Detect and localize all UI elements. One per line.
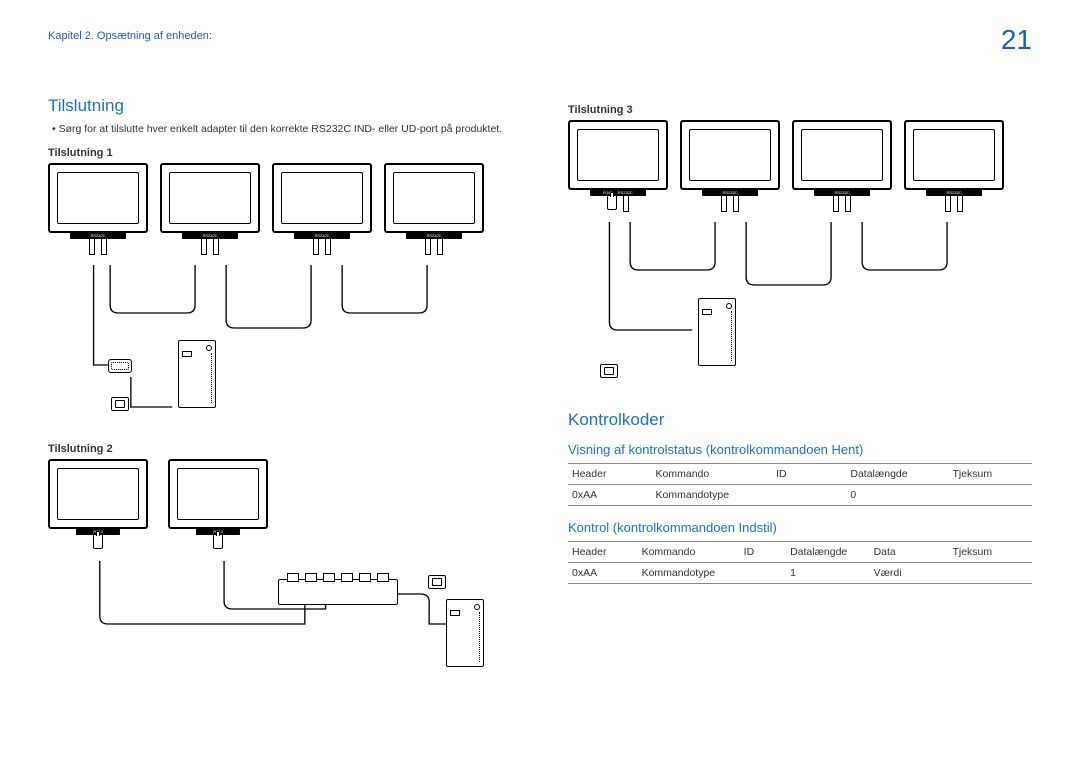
pc-icon (178, 340, 216, 408)
heading-tilslutning-1: Tilslutning 1 (48, 147, 512, 159)
monitor-icon (48, 459, 148, 529)
monitor-icon (792, 120, 892, 190)
monitor-icon (160, 163, 260, 233)
monitor-icon (904, 120, 1004, 190)
diagram-tilslutning-3: RJ45 RS232C RS232C RS232C RS232C (568, 120, 1032, 392)
heading-tilslutning-2: Tilslutning 2 (48, 443, 512, 455)
heading-tilslutning-3: Tilslutning 3 (568, 104, 1032, 116)
monitor-icon (272, 163, 372, 233)
network-switch-icon (278, 579, 398, 605)
page-number: 21 (1001, 24, 1032, 56)
pc-icon (446, 599, 484, 667)
monitor-icon (48, 163, 148, 233)
heading-indstil: Kontrol (kontrolkommandoen Indstil) (568, 520, 1032, 535)
lan-connector-icon (428, 575, 446, 589)
heading-kontrolkoder: Kontrolkoder (568, 410, 1032, 430)
monitor-icon (384, 163, 484, 233)
heading-tilslutning: Tilslutning (48, 96, 512, 116)
heading-hent: Visning af kontrolstatus (kontrolkommand… (568, 442, 1032, 457)
diagram-tilslutning-1: RS232C RS232C RS232C RS232C (48, 163, 512, 425)
table-hent: Header Kommando ID Datalængde Tjeksum 0x… (568, 463, 1032, 506)
vga-connector-icon (108, 359, 132, 373)
lan-connector-icon (600, 364, 618, 378)
pc-icon (698, 298, 736, 366)
monitor-icon (568, 120, 668, 190)
misc-connector-icon (111, 397, 129, 411)
diagram-tilslutning-2: RJ45 RJ45 (48, 459, 512, 691)
note-text: Sørg for at tilslutte hver enkelt adapte… (48, 122, 512, 137)
chapter-label: Kapitel 2. Opsætning af enheden: (48, 24, 212, 42)
table-indstil: Header Kommando ID Datalængde Data Tjeks… (568, 541, 1032, 584)
monitor-icon (168, 459, 268, 529)
monitor-icon (680, 120, 780, 190)
